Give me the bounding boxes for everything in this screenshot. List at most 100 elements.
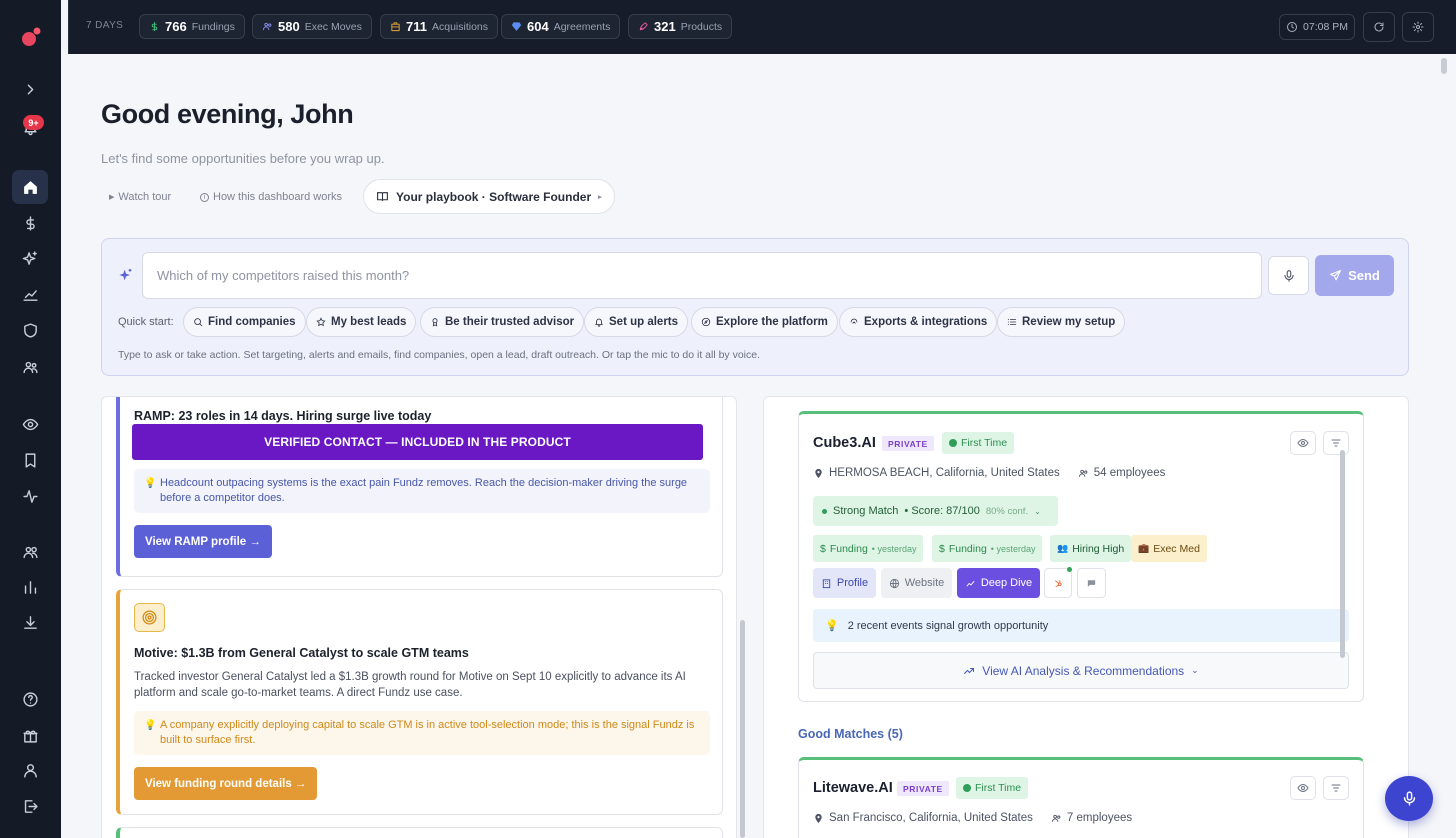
match-score-dropdown[interactable]: Strong Match • Score: 87/100 80% conf. ⌄: [813, 496, 1058, 526]
voice-input-button[interactable]: [1268, 256, 1309, 295]
watch-tour-link[interactable]: ▶ Watch tour: [109, 191, 171, 203]
quick-start-best-leads[interactable]: My best leads: [306, 307, 417, 337]
voice-assistant-button[interactable]: [1385, 776, 1433, 821]
logout-icon[interactable]: [12, 789, 48, 823]
refresh-icon: [1374, 22, 1384, 32]
badge-icon: [432, 318, 438, 327]
clock-icon: [1287, 22, 1298, 32]
verified-contact-banner[interactable]: VERIFIED CONTACT — INCLUDED IN THE PRODU…: [132, 424, 703, 460]
company-name[interactable]: Litewave.AI: [813, 780, 893, 796]
ai-analysis-button[interactable]: View AI Analysis & Recommendations ⌄: [813, 652, 1349, 689]
map-pin-icon: [815, 468, 822, 478]
good-matches-heading[interactable]: Good Matches (5): [798, 727, 903, 741]
filter-company-button[interactable]: [1323, 431, 1349, 455]
playbook-button[interactable]: Your playbook · Software Founder ▸: [363, 179, 615, 214]
page-scrollbar[interactable]: [1441, 58, 1447, 74]
signal-label: Exec Med: [1153, 542, 1200, 555]
bar-chart-icon[interactable]: [12, 570, 48, 604]
matches-scrollbar[interactable]: [1340, 450, 1345, 658]
hubspot-button[interactable]: [1044, 567, 1072, 598]
trend-icon: [964, 667, 975, 674]
team-icon[interactable]: [12, 535, 48, 569]
card-insight: 💡 A company explicitly deploying capital…: [134, 711, 710, 755]
user-icon[interactable]: [12, 753, 48, 787]
send-icon: [1330, 270, 1342, 281]
stat-agreements[interactable]: 604 Agreements: [501, 14, 621, 39]
home-icon[interactable]: [12, 170, 48, 204]
chip-label: My best leads: [331, 316, 407, 328]
rocket-icon: [639, 22, 648, 31]
send-label: Send: [1348, 268, 1380, 283]
ask-input[interactable]: [142, 252, 1262, 299]
quick-start-exports[interactable]: Exports & integrations: [839, 307, 998, 337]
chip-label: Set up alerts: [609, 316, 679, 328]
send-button[interactable]: Send: [1315, 255, 1394, 296]
chip-label: Exports & integrations: [864, 316, 988, 328]
gift-icon[interactable]: [12, 718, 48, 752]
eye-icon[interactable]: [12, 407, 48, 441]
signal-exec[interactable]: 💼 Exec Med: [1131, 535, 1207, 562]
deep-dive-button[interactable]: Deep Dive: [957, 568, 1040, 598]
quick-start-trusted-advisor[interactable]: Be their trusted advisor: [420, 307, 585, 337]
watch-company-button[interactable]: [1290, 431, 1316, 455]
users-icon[interactable]: [12, 350, 48, 384]
stat-label: Products: [680, 20, 723, 33]
fundz-logo[interactable]: [20, 26, 42, 48]
view-funding-round-button[interactable]: View funding round details →: [134, 767, 318, 800]
how-dashboard-works-link[interactable]: i How this dashboard works: [200, 191, 342, 203]
download-icon[interactable]: [12, 605, 48, 639]
signal-hiring[interactable]: 👥 Hiring High: [1050, 535, 1132, 562]
signal-funding[interactable]: $ Funding • yesterday: [932, 535, 1043, 562]
playbook-label: Your playbook · Software Founder: [396, 189, 592, 204]
stat-value: 321: [654, 19, 676, 34]
filter-company-button[interactable]: [1323, 776, 1349, 800]
activity-icon[interactable]: [12, 479, 48, 513]
chat-button[interactable]: [1077, 568, 1106, 598]
chip-label: Explore the platform: [716, 316, 828, 328]
view-ramp-profile-button[interactable]: View RAMP profile →: [134, 525, 272, 558]
bookmark-icon[interactable]: [12, 443, 48, 477]
stat-exec-moves[interactable]: 580 Exec Moves: [252, 14, 372, 39]
refresh-button[interactable]: [1363, 12, 1395, 42]
stat-label: Agreements: [553, 20, 611, 33]
feed-card-motive: Motive: $1.3B from General Catalyst to s…: [116, 589, 723, 815]
quick-start-set-alerts[interactable]: Set up alerts: [584, 307, 689, 337]
stat-products[interactable]: 321 Products: [628, 14, 733, 39]
help-icon[interactable]: [12, 682, 48, 716]
globe-icon: [889, 578, 899, 588]
website-button[interactable]: Website: [881, 568, 952, 598]
quick-start-explore-platform[interactable]: Explore the platform: [691, 307, 838, 337]
dollar-icon[interactable]: [12, 206, 48, 240]
search-icon: [194, 318, 203, 327]
watch-company-button[interactable]: [1290, 776, 1316, 800]
expand-sidebar-icon[interactable]: [12, 72, 48, 106]
current-time: 07:08 PM: [1303, 21, 1348, 33]
stat-acquisitions[interactable]: 711 Acquisitions: [380, 14, 499, 39]
eye-icon: [1297, 438, 1309, 448]
quick-start-review-setup[interactable]: Review my setup: [997, 307, 1126, 337]
shield-icon[interactable]: [12, 313, 48, 347]
main-content: Good evening, John Let's find some oppor…: [61, 54, 1456, 838]
deep-dive-label: Deep Dive: [980, 577, 1033, 589]
signal-funding[interactable]: $ Funding • yesterday: [813, 535, 924, 562]
status-dot: [822, 508, 827, 514]
feed-card-ramp: RAMP: 23 roles in 14 days. Hiring surge …: [116, 397, 723, 577]
handshake-icon: [511, 22, 522, 31]
microphone-icon: [1283, 269, 1294, 282]
profile-button[interactable]: Profile: [813, 568, 876, 598]
feed-scrollbar[interactable]: [740, 620, 745, 838]
stat-label: Exec Moves: [304, 20, 362, 33]
quick-start-find-companies[interactable]: Find companies: [183, 307, 306, 337]
settings-button[interactable]: [1402, 12, 1434, 42]
sparkles-icon[interactable]: [12, 241, 48, 275]
map-pin-icon: [815, 813, 822, 823]
match-confidence: 80% conf.: [985, 505, 1029, 517]
first-time-label: First Time: [961, 437, 1008, 449]
first-time-badge: First Time: [942, 432, 1015, 454]
users-icon: [1051, 814, 1061, 822]
stat-fundings[interactable]: 766 Fundings: [139, 14, 245, 39]
chart-up-icon[interactable]: [12, 277, 48, 311]
company-location: San Francisco, California, United States: [829, 812, 1033, 824]
company-name[interactable]: Cube3.AI: [813, 435, 876, 451]
insight-text: A company explicitly deploying capital t…: [160, 719, 695, 746]
